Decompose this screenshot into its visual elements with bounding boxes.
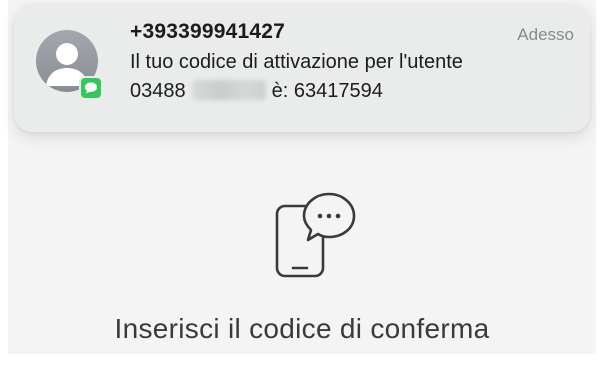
redacted-username xyxy=(191,80,266,100)
notification-message-line-1: Il tuo codice di attivazione per l'utent… xyxy=(130,51,463,73)
sms-notification-banner[interactable]: +393399941427 Adesso Il tuo codice di at… xyxy=(14,4,590,132)
activation-code-text: è: 63417594 xyxy=(271,80,383,102)
messages-app-badge xyxy=(79,76,103,100)
notification-message-line-2: 03488 è: 63417594 xyxy=(130,80,383,103)
screen: +393399941427 Adesso Il tuo codice di at… xyxy=(0,0,604,383)
username-prefix: 03488 xyxy=(130,80,186,102)
phone-chat-icon xyxy=(272,192,362,287)
notification-sender: +393399941427 xyxy=(130,20,286,43)
messages-icon xyxy=(85,82,97,94)
page-title: Inserisci il codice di conferma xyxy=(114,313,490,344)
notification-time: Adesso xyxy=(517,25,574,44)
